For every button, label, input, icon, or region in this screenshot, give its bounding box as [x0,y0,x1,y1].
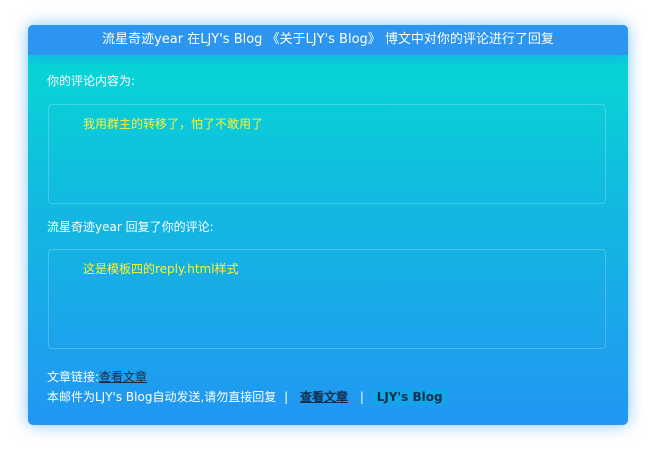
reply-notification-card: 流星奇迹year 在LJY's Blog 《关于LJY's Blog》 博文中对… [28,25,628,425]
reply-content-box: 这是模板四的reply.html样式 [48,249,606,349]
reply-label: 流星奇迹year 回复了你的评论: [47,220,214,234]
notification-title: 流星奇迹year 在LJY's Blog 《关于LJY's Blog》 博文中对… [28,25,628,55]
article-link-line: 文章链接:查看文章 [47,369,147,385]
email-page: 流星奇迹year 在LJY's Blog 《关于LJY's Blog》 博文中对… [0,0,657,456]
footer-separator: | [359,390,364,404]
view-article-link[interactable]: 查看文章 [296,390,352,404]
reply-content: 这是模板四的reply.html样式 [83,262,239,276]
article-link[interactable]: 查看文章 [99,370,147,384]
auto-send-notice: 本邮件为LJY's Blog自动发送,请勿直接回复 [47,390,277,404]
comment-label: 你的评论内容为: [47,74,136,88]
comment-content-box: 我用群主的转移了，怕了不敢用了 [48,104,606,204]
blog-home-link[interactable]: LJY's Blog [371,389,448,405]
article-link-label: 文章链接: [47,370,100,384]
footer-separator: | [284,390,289,404]
footer-notice-line: 本邮件为LJY's Blog自动发送,请勿直接回复 | 查看文章 | LJY's… [47,389,448,405]
comment-content: 我用群主的转移了，怕了不敢用了 [83,117,264,131]
